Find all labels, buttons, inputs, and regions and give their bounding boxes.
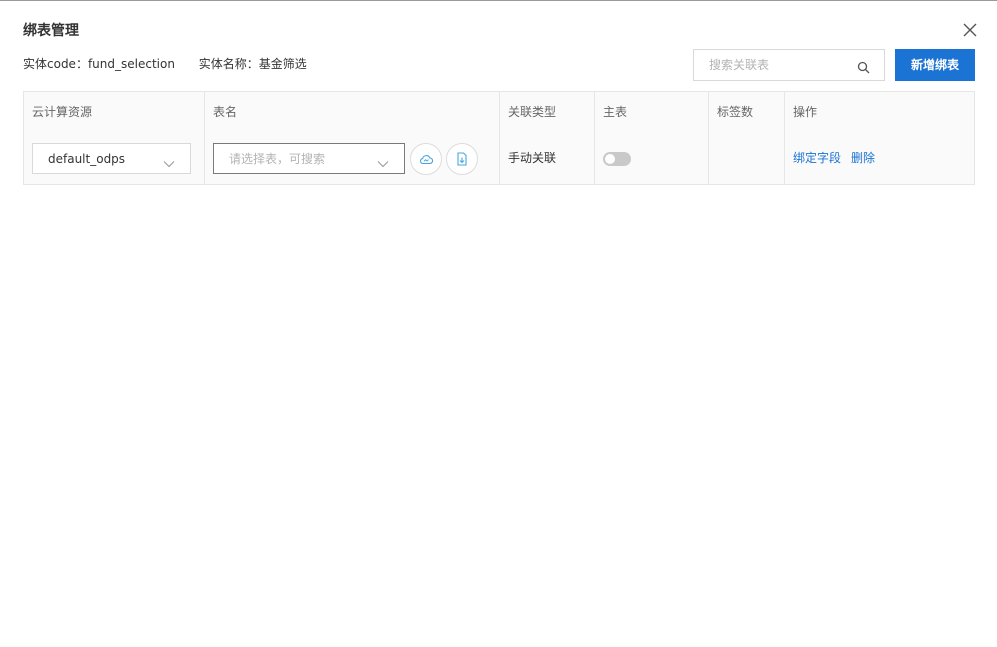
column-resource: 云计算资源 default_odps — [24, 92, 205, 184]
entity-name-value: 基金筛选 — [258, 57, 307, 71]
link-type-value: 手动关联 — [508, 151, 557, 165]
entity-code-value: fund_selection — [87, 57, 175, 71]
file-upload-icon — [457, 152, 467, 166]
bind-table-dialog: 绑表管理 实体code：fund_selection 实体名称：基金筛选 新增绑… — [0, 0, 997, 647]
cloud-icon — [420, 155, 434, 165]
column-header-table-name: 表名 — [213, 105, 238, 119]
resource-select-value: default_odps — [48, 152, 126, 166]
table-name-select-placeholder: 请选择表，可搜索 — [229, 152, 326, 166]
search-box — [693, 49, 885, 81]
bind-table: 云计算资源 default_odps 表名 请选择表，可搜索 关联类型 手动关联… — [23, 91, 975, 185]
upload-file-button[interactable] — [446, 143, 478, 175]
column-tag-count: 标签数 — [709, 92, 785, 184]
column-operations: 操作 绑定字段 删除 — [785, 92, 974, 184]
chevron-down-icon — [163, 154, 175, 168]
entity-code: 实体code：fund_selection — [23, 57, 175, 71]
toggle-knob — [605, 154, 615, 164]
column-header-operations: 操作 — [793, 105, 818, 119]
column-header-tag-count: 标签数 — [717, 105, 754, 119]
cloud-table-button[interactable] — [410, 143, 442, 175]
column-header-main-table: 主表 — [603, 105, 628, 119]
search-input[interactable] — [694, 50, 852, 80]
main-table-toggle[interactable] — [603, 152, 631, 166]
bind-fields-link[interactable]: 绑定字段 — [793, 150, 841, 167]
dialog-title: 绑表管理 — [23, 23, 79, 39]
column-header-link-type: 关联类型 — [508, 105, 557, 119]
column-link-type: 关联类型 手动关联 — [500, 92, 595, 184]
search-icon[interactable] — [857, 59, 870, 74]
add-bind-table-button[interactable]: 新增绑表 — [895, 49, 975, 81]
table-name-select[interactable]: 请选择表，可搜索 — [213, 143, 405, 174]
entity-name: 实体名称：基金筛选 — [199, 57, 307, 71]
delete-link[interactable]: 删除 — [851, 150, 875, 167]
resource-select[interactable]: default_odps — [32, 143, 191, 174]
entity-meta: 实体code：fund_selection 实体名称：基金筛选 — [23, 56, 327, 73]
column-table-name: 表名 请选择表，可搜索 — [205, 92, 500, 184]
column-header-resource: 云计算资源 — [32, 105, 93, 119]
entity-name-label: 实体名称： — [198, 57, 259, 71]
close-icon[interactable] — [962, 22, 978, 38]
entity-code-label: 实体code： — [23, 57, 88, 71]
chevron-down-icon — [377, 154, 389, 168]
column-main-table: 主表 — [595, 92, 709, 184]
